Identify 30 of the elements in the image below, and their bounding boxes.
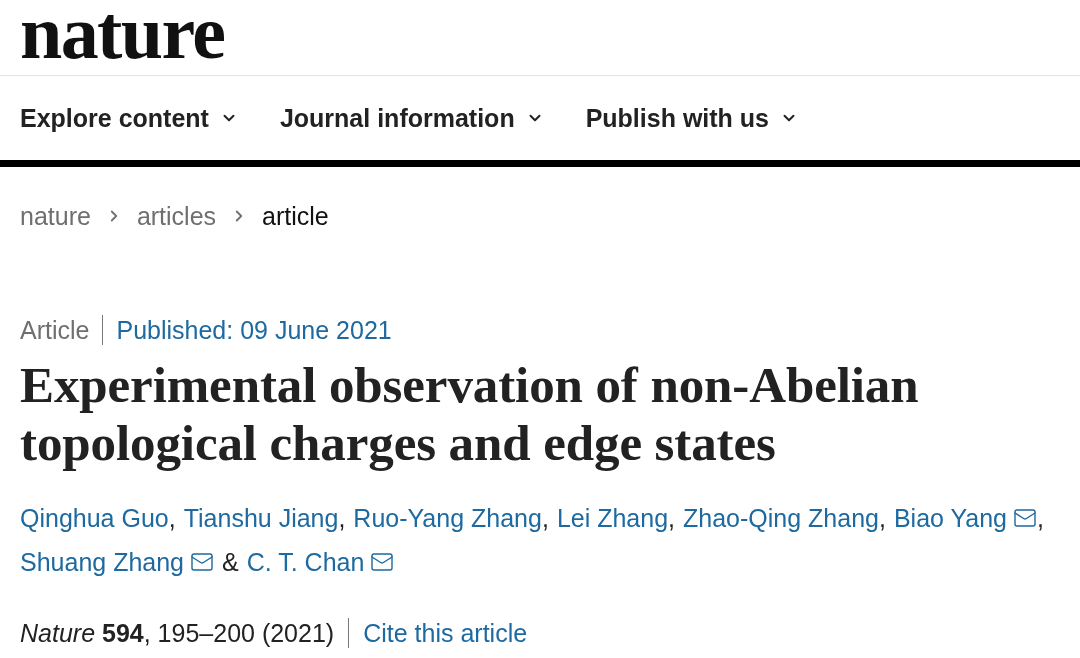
author-link[interactable]: Shuang Zhang — [20, 540, 185, 584]
author-link[interactable]: Qinghua Guo — [20, 496, 169, 540]
author-link[interactable]: Tianshu Jiang — [183, 496, 339, 540]
separator-text: , — [668, 503, 676, 534]
nav-menu-button[interactable]: Journal information — [279, 103, 544, 133]
article-title: Experimental observation of non-Abelian topological charges and edge states — [19, 356, 920, 472]
citation-text: Nature 594, 195–200 (2021) — [20, 620, 335, 646]
separator-text: , — [338, 503, 346, 534]
author-link[interactable]: C. T. Chan — [246, 540, 365, 584]
author-link[interactable]: Ruo-Yang Zhang — [353, 496, 542, 540]
nav-menu-button[interactable]: Explore content — [20, 103, 238, 133]
author-link[interactable]: Lei Zhang — [556, 496, 669, 540]
separator-text: , — [879, 503, 886, 534]
separator-text: , — [1037, 503, 1044, 534]
conjunction-text: & — [222, 547, 239, 578]
separator-text: , — [541, 503, 549, 534]
breadcrumb-link[interactable]: articles — [136, 203, 217, 229]
separator-text: , — [168, 503, 176, 534]
envelope-icon[interactable] — [1013, 506, 1037, 530]
author-link[interactable]: Biao Yang — [893, 496, 1007, 540]
breadcrumb-link[interactable]: nature — [20, 203, 91, 229]
cite-article-link[interactable]: Cite this article — [363, 620, 528, 646]
site-logo[interactable]: nature — [20, 0, 225, 64]
envelope-icon[interactable] — [370, 550, 395, 574]
author-link[interactable]: Zhao-Qing Zhang — [683, 496, 879, 540]
nav-menu-button[interactable]: Publish with us — [585, 103, 798, 133]
envelope-icon[interactable] — [190, 550, 215, 574]
published-date-link[interactable]: Published: 09 June 2021 — [116, 317, 392, 343]
breadcrumb-current-page: article — [262, 203, 329, 229]
article-type-label: Article — [20, 317, 90, 343]
